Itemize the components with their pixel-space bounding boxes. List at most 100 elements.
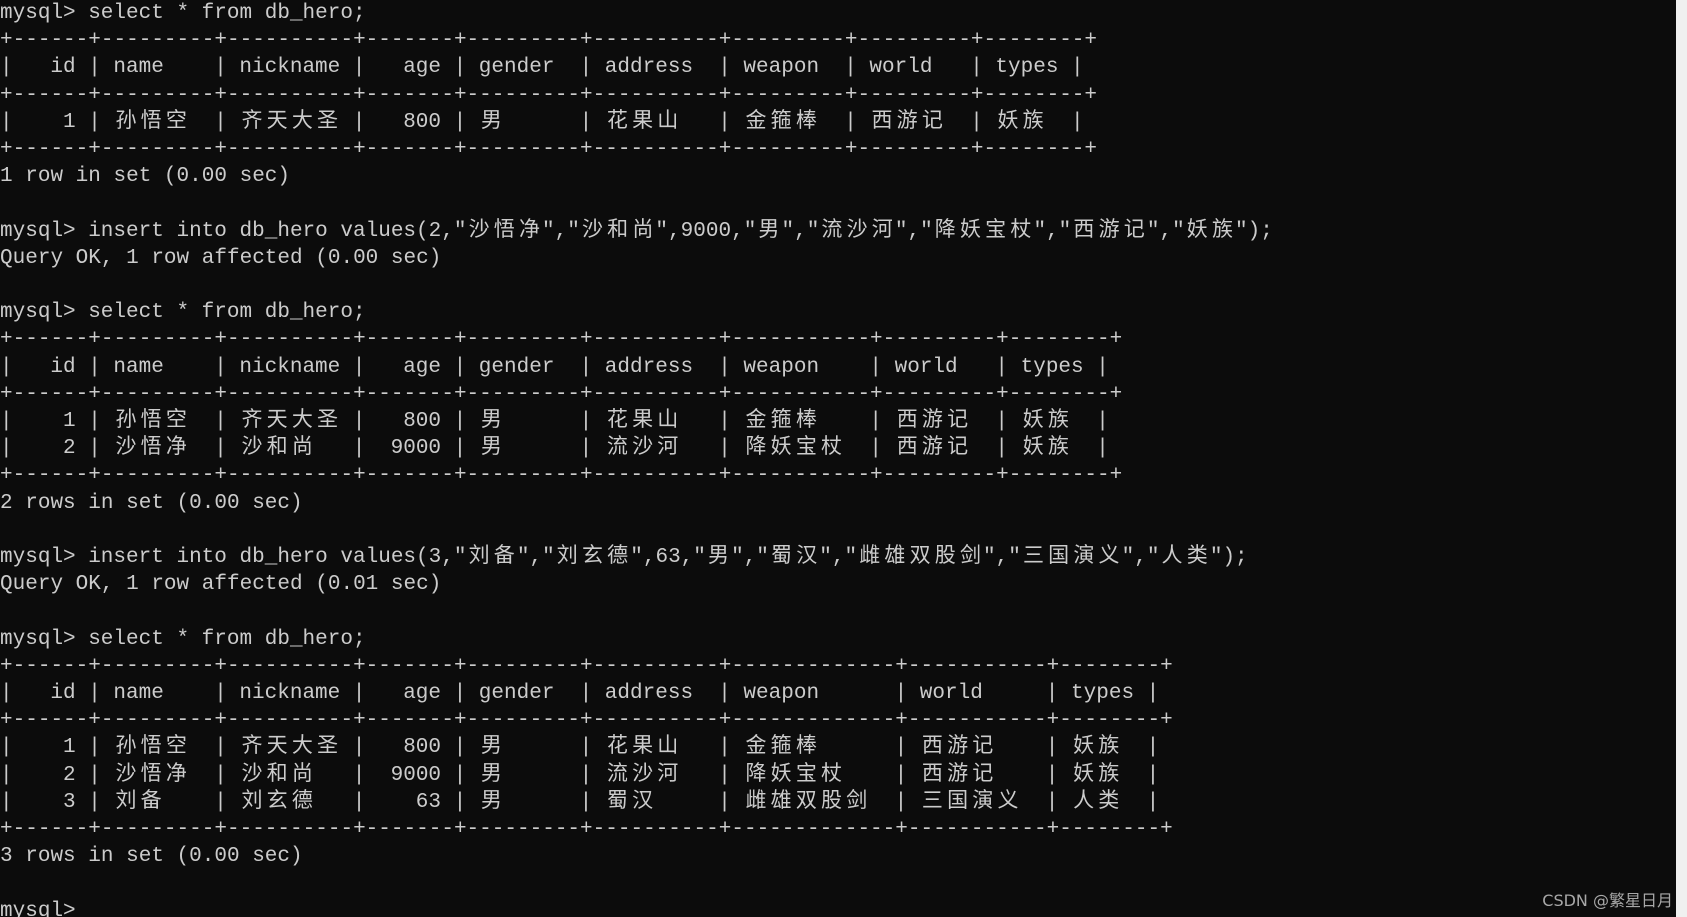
column-separator: | <box>579 56 593 80</box>
column-separator: | <box>352 410 366 433</box>
table-cell: 男 <box>480 763 502 787</box>
table-cell: 齐天大圣 <box>241 110 339 134</box>
table-cell: 男 <box>480 790 502 814</box>
column-separator: | <box>718 437 731 461</box>
column-separator: | <box>453 437 467 461</box>
table-cell: address <box>604 682 694 705</box>
table-cell: 男 <box>480 110 502 134</box>
column-separator: | <box>352 736 366 760</box>
table-cell: 西游记 <box>896 410 969 433</box>
table-cell: id <box>50 682 76 705</box>
border-text: +------+---------+----------+-------+---… <box>0 382 1123 406</box>
column-separator: | <box>453 790 467 814</box>
table-cell: types <box>1071 682 1135 705</box>
csdn-watermark: CSDN @繁星日月 <box>1542 891 1673 910</box>
table-cell: 男 <box>480 437 502 461</box>
table-cell: 妖族 <box>1022 410 1069 433</box>
column-separator: | <box>718 790 731 814</box>
column-separator: | <box>0 682 13 705</box>
table-cell: nickname <box>239 682 341 705</box>
column-separator: | <box>1096 437 1109 461</box>
table-cell: 1 <box>63 410 76 433</box>
column-separator: | <box>1146 682 1160 705</box>
column-separator: | <box>88 410 101 433</box>
column-separator: | <box>352 763 366 787</box>
column-separator: | <box>214 355 227 379</box>
output-text: 1 row in set (0.00 sec) <box>0 165 291 189</box>
column-separator: | <box>214 56 227 80</box>
column-separator: | <box>1045 763 1059 787</box>
column-separator: | <box>1146 736 1160 760</box>
table-cell: 金箍棒 <box>745 736 817 760</box>
command-text: insert into db_hero values(2,"沙悟净","沙和尚"… <box>88 219 1273 243</box>
table-cell: 妖族 <box>997 110 1044 134</box>
column-separator: | <box>579 682 593 705</box>
table-cell: gender <box>478 355 555 379</box>
table-cell: 流沙河 <box>606 437 679 461</box>
column-separator: | <box>214 790 227 814</box>
column-separator: | <box>214 410 227 433</box>
column-separator: | <box>0 410 13 433</box>
column-separator: | <box>995 437 1008 461</box>
table-cell: types <box>1020 355 1084 379</box>
column-separator: | <box>352 682 366 705</box>
table-cell: gender <box>478 56 555 80</box>
column-separator: | <box>995 355 1008 379</box>
column-separator: | <box>579 355 593 379</box>
table-cell: address <box>604 56 694 80</box>
column-separator: | <box>995 410 1008 433</box>
table-cell: 花果山 <box>606 110 679 134</box>
table-cell: 63 <box>415 790 442 814</box>
table-cell: 800 <box>403 410 442 433</box>
column-separator: | <box>894 736 908 760</box>
prompt-label: mysql> <box>0 219 76 243</box>
column-separator: | <box>579 763 593 787</box>
table-cell: 西游记 <box>921 736 994 760</box>
column-separator: | <box>352 110 366 134</box>
table-cell: nickname <box>239 56 341 80</box>
table-cell: 男 <box>480 410 502 433</box>
column-separator: | <box>88 682 101 705</box>
column-separator: | <box>214 763 227 787</box>
column-separator: | <box>88 437 101 461</box>
column-separator: | <box>894 763 908 787</box>
column-separator: | <box>869 410 882 433</box>
column-separator: | <box>352 437 366 461</box>
table-cell: 降妖宝杖 <box>745 763 843 787</box>
column-separator: | <box>869 437 882 461</box>
column-separator: | <box>579 410 593 433</box>
table-cell: 孙悟空 <box>115 110 187 134</box>
table-cell: 3 <box>63 790 76 814</box>
column-separator: | <box>0 437 13 461</box>
column-separator: | <box>88 763 101 787</box>
output-text: 3 rows in set (0.00 sec) <box>0 845 303 869</box>
command-text: select * from db_hero; <box>88 2 366 25</box>
terminal-window[interactable]: mysql> select * from db_hero; +------+----… <box>0 0 1676 917</box>
table-cell: weapon <box>743 682 820 705</box>
table-cell: 1 <box>63 736 76 760</box>
column-separator: | <box>869 355 882 379</box>
table-cell: id <box>50 355 76 379</box>
column-separator: | <box>0 736 13 760</box>
border-text: +------+---------+----------+-------+---… <box>0 138 1098 161</box>
column-separator: | <box>1071 56 1084 80</box>
table-cell: weapon <box>743 355 820 379</box>
column-separator: | <box>718 56 731 80</box>
border-text: +------+---------+----------+-------+---… <box>0 328 1123 352</box>
column-separator: | <box>0 763 13 787</box>
table-cell: 沙悟净 <box>115 437 187 461</box>
table-cell: world <box>894 355 958 379</box>
border-text: +------+---------+----------+-------+---… <box>0 83 1098 107</box>
column-separator: | <box>894 682 908 705</box>
table-cell: 金箍棒 <box>745 410 817 433</box>
table-cell: 妖族 <box>1022 437 1069 461</box>
table-cell: 刘备 <box>115 790 162 814</box>
table-cell: age <box>403 682 442 705</box>
column-separator: | <box>88 790 101 814</box>
column-separator: | <box>352 56 366 80</box>
column-separator: | <box>0 56 13 80</box>
output-text: 2 rows in set (0.00 sec) <box>0 491 303 515</box>
table-cell: 沙和尚 <box>241 763 313 787</box>
column-separator: | <box>453 410 467 433</box>
table-cell: 花果山 <box>606 736 679 760</box>
